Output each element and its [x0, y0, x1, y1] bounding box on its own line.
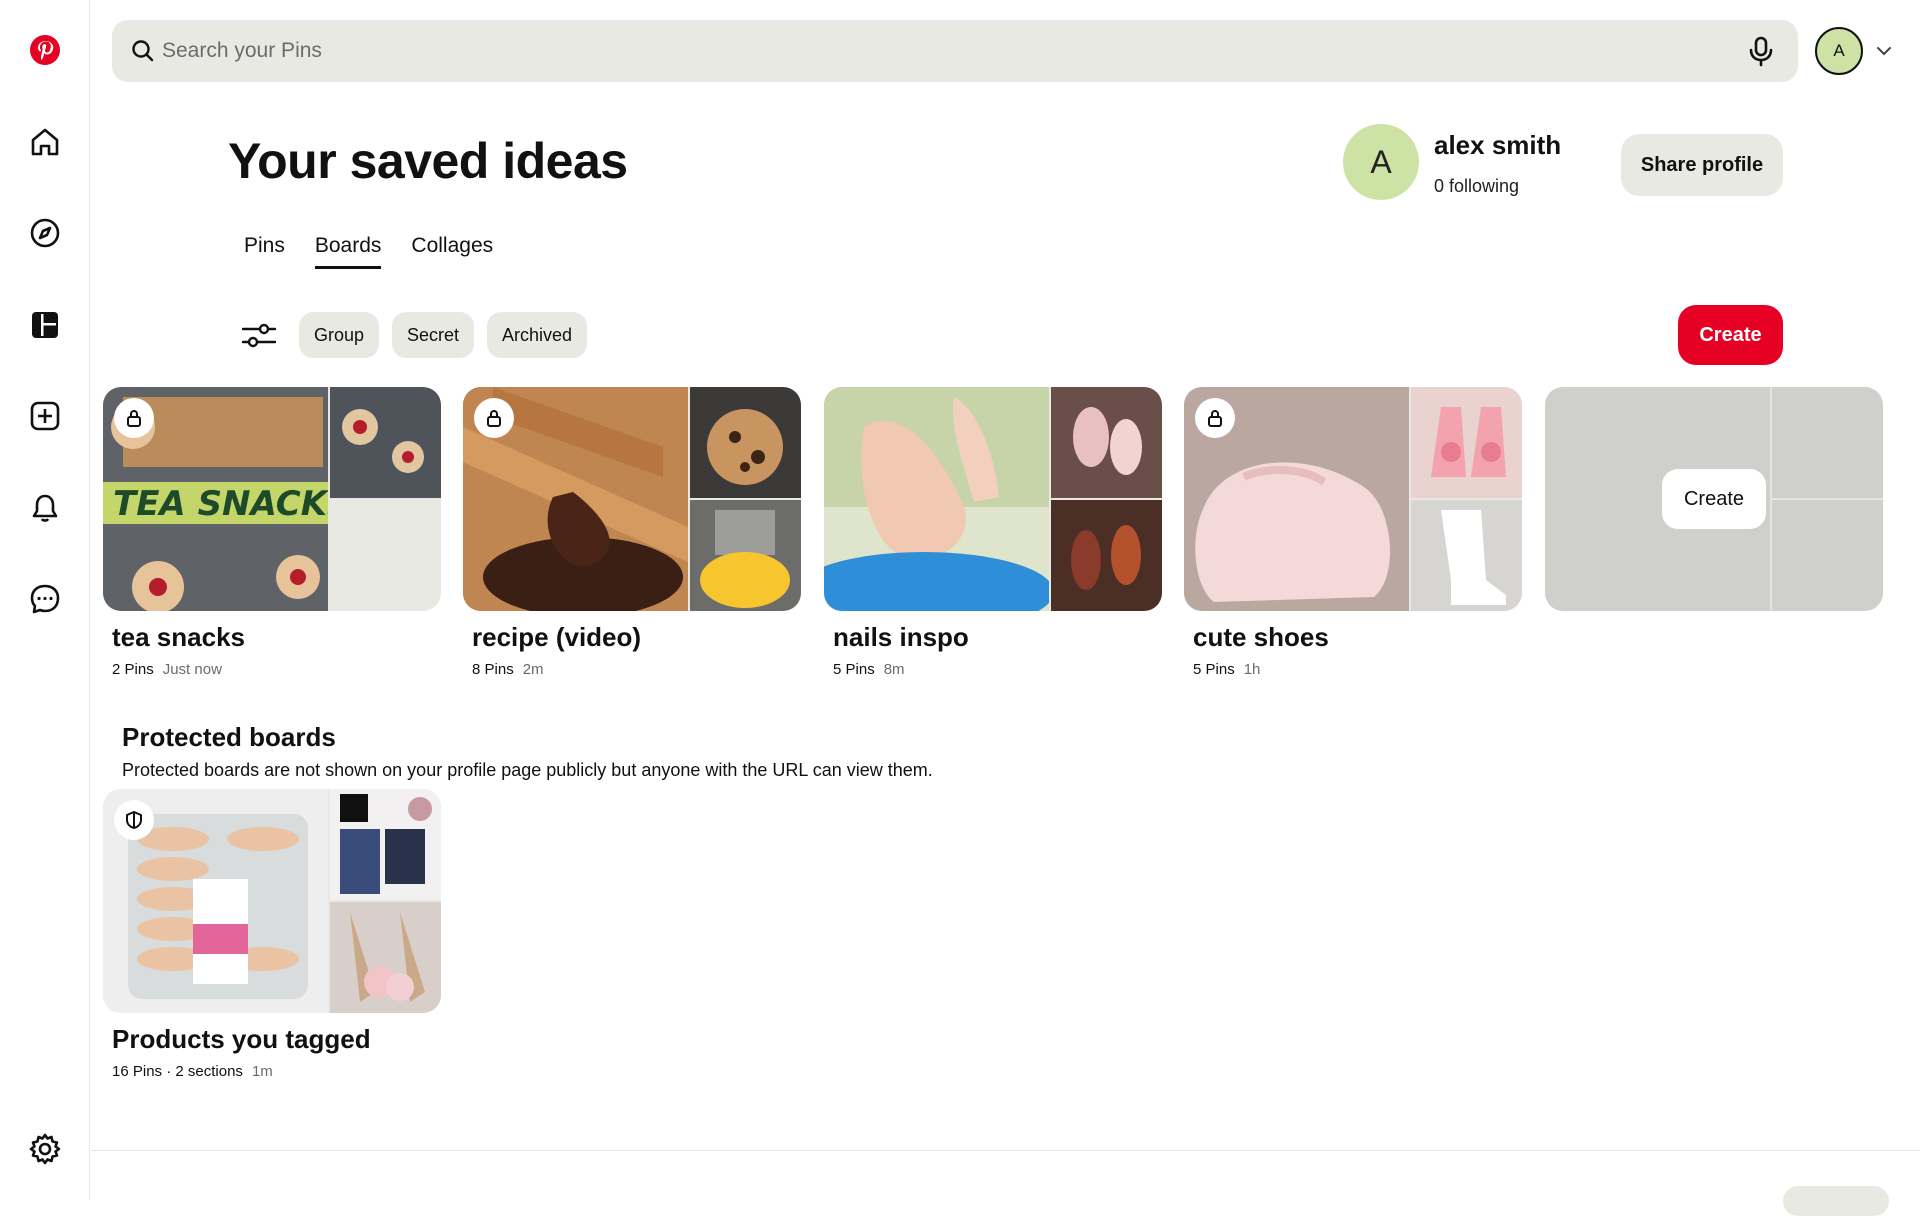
board-cover-thumb [690, 387, 801, 498]
board-meta: 2 Pins Just now [112, 661, 441, 678]
account-avatar[interactable]: A [1815, 27, 1863, 75]
shield-icon [114, 800, 154, 840]
profile-name[interactable]: alex smith [1434, 130, 1561, 161]
filter-chip-group[interactable]: Group [299, 312, 380, 358]
create-icon[interactable] [21, 392, 69, 440]
lock-icon [114, 398, 154, 438]
board-updated-time: 1m [251, 1063, 273, 1080]
board-card[interactable]: Products you tagged 16 Pins · 2 sections… [103, 789, 441, 1080]
board-meta: 16 Pins · 2 sections 1m [112, 1063, 441, 1080]
search-bar [112, 20, 1798, 82]
board-cover-thumb [1051, 500, 1162, 611]
tab-collages[interactable]: Collages [411, 234, 493, 269]
settings-icon[interactable] [21, 1125, 69, 1173]
board-cover-thumb [330, 902, 441, 1013]
empty-board-placeholder[interactable]: Create [1545, 387, 1883, 611]
board-cover[interactable] [103, 789, 441, 1013]
profile-avatar[interactable]: A [1343, 124, 1419, 200]
notifications-icon[interactable] [21, 484, 69, 532]
board-pin-count: 8 Pins [472, 661, 514, 678]
create-button[interactable]: Create [1678, 305, 1783, 365]
board-cover-image [824, 387, 1049, 611]
explore-icon[interactable] [21, 209, 69, 257]
tab-bar: Pins Boards Collages [244, 234, 493, 269]
board-cover-thumb [330, 789, 441, 900]
create-board-button[interactable]: Create [1662, 469, 1766, 529]
protected-boards-description: Protected boards are not shown on your p… [122, 760, 933, 780]
messages-icon[interactable] [21, 575, 69, 623]
protected-boards-heading: Protected boards [122, 722, 336, 752]
board-name[interactable]: nails inspo [833, 622, 1162, 653]
following-count[interactable]: 0 following [1434, 176, 1519, 197]
board-cover-thumb [1411, 500, 1522, 611]
lock-icon [1195, 398, 1235, 438]
home-icon[interactable] [21, 118, 69, 166]
microphone-icon[interactable] [1744, 34, 1778, 68]
bottom-button[interactable] [1783, 1186, 1889, 1216]
board-name[interactable]: tea snacks [112, 622, 441, 653]
tab-boards[interactable]: Boards [314, 234, 382, 269]
board-updated-time: Just now [162, 661, 222, 678]
share-profile-button[interactable]: Share profile [1621, 134, 1783, 196]
board-updated-time: 8m [883, 661, 905, 678]
board-cover[interactable]: TEA SNACKS [103, 387, 441, 611]
section-divider [91, 1150, 1920, 1151]
tab-pins[interactable]: Pins [244, 234, 285, 269]
board-pin-count: 2 Pins [112, 661, 154, 678]
board-meta: 8 Pins 2m [472, 661, 801, 678]
board-pin-count: 5 Pins [833, 661, 875, 678]
search-icon [132, 40, 154, 62]
board-cover-thumb [330, 387, 441, 498]
board-pin-count: 5 Pins [1193, 661, 1235, 678]
filter-sliders-icon[interactable] [240, 318, 278, 352]
board-cover[interactable] [463, 387, 801, 611]
board-pin-count: 16 Pins [112, 1063, 163, 1080]
board-name[interactable]: cute shoes [1193, 622, 1522, 653]
board-card[interactable]: recipe (video) 8 Pins 2m [463, 387, 801, 678]
boards-icon[interactable] [21, 301, 69, 349]
board-cover-thumb [690, 500, 801, 611]
board-card[interactable]: cute shoes 5 Pins 1h [1184, 387, 1522, 678]
board-meta: 5 Pins 1h [1193, 661, 1522, 678]
board-updated-time: 1h [1243, 661, 1261, 678]
board-cover[interactable] [824, 387, 1162, 611]
board-updated-time: 2m [522, 661, 544, 678]
search-input[interactable] [162, 20, 1722, 82]
chevron-down-icon[interactable] [1873, 40, 1895, 62]
divider [1772, 498, 1883, 500]
board-name[interactable]: recipe (video) [472, 622, 801, 653]
board-card[interactable]: TEA SNACKS tea snacks 2 Pins Just now [103, 387, 441, 678]
board-card[interactable]: nails inspo 5 Pins 8m [824, 387, 1162, 678]
board-section-count: 2 sections [175, 1063, 243, 1080]
lock-icon [474, 398, 514, 438]
sidebar [0, 0, 90, 1200]
board-name[interactable]: Products you tagged [112, 1024, 441, 1055]
cover-tea-text: TEA SNACKS [113, 484, 328, 524]
pinterest-logo-icon[interactable] [21, 26, 69, 74]
filter-chip-archived[interactable]: Archived [487, 312, 588, 358]
board-cover-thumb [1051, 387, 1162, 498]
filter-chip-secret[interactable]: Secret [392, 312, 475, 358]
board-cover-thumb [1411, 387, 1522, 498]
page-title: Your saved ideas [228, 133, 628, 189]
board-cover[interactable] [1184, 387, 1522, 611]
board-meta: 5 Pins 8m [833, 661, 1162, 678]
meta-separator: · [162, 1063, 176, 1080]
